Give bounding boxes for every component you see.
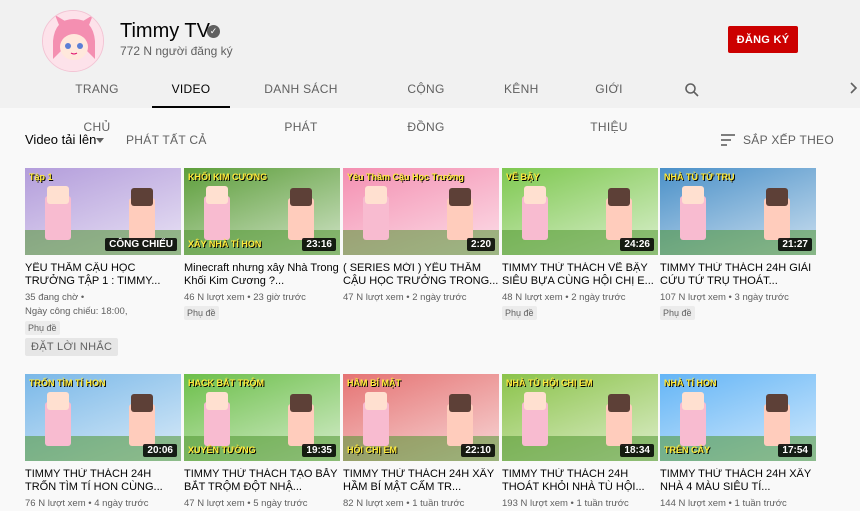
video-title[interactable]: ( SERIES MỚI ) YÊU THẦM CẬU HỌC TRƯỞNG T… <box>343 262 499 288</box>
subtitles-badge: Phụ đề <box>184 306 219 320</box>
subtitles-badge: Phụ đề <box>660 306 695 320</box>
thumbnail-title: VẼ BẬY <box>506 172 540 182</box>
tab-videos[interactable]: VIDEO <box>152 70 230 108</box>
video-meta: 107 N lượt xem • 3 ngày trước <box>660 292 789 303</box>
video-thumbnail[interactable]: NHÀ TÙ TỨ TRỤ 21:27 <box>660 168 816 255</box>
video-meta: 144 N lượt xem • 1 tuần trước <box>660 498 787 509</box>
premiere-date: Ngày công chiếu: 18:00, <box>25 306 128 317</box>
subtitles-badge: Phụ đề <box>502 306 537 320</box>
video-thumbnail[interactable]: HACK BẮT TRỘM XUYÊN TƯỜNG 19:35 <box>184 374 340 461</box>
video-duration: 18:34 <box>620 444 654 457</box>
verified-icon: ✓ <box>207 25 220 38</box>
video-thumbnail[interactable]: Tập 1 CÔNG CHIẾU <box>25 168 181 255</box>
video-duration: 24:26 <box>620 238 654 251</box>
chevron-down-icon[interactable] <box>96 138 104 143</box>
video-thumbnail[interactable]: NHÀ TÙ HỘI CHỊ EM 18:34 <box>502 374 658 461</box>
subscriber-count: 772 N người đăng ký <box>120 44 233 58</box>
video-duration: 21:27 <box>778 238 812 251</box>
video-meta: 82 N lượt xem • 1 tuần trước <box>343 498 465 509</box>
uploads-dropdown[interactable]: Video tải lên <box>25 132 96 147</box>
sort-icon[interactable] <box>721 134 735 146</box>
thumbnail-subtitle: XÂY NHÀ TÍ HON <box>188 239 262 249</box>
thumbnail-subtitle: XUYÊN TƯỜNG <box>188 445 256 455</box>
video-meta: 47 N lượt xem • 2 ngày trước <box>343 292 467 303</box>
set-reminder-button[interactable]: ĐẶT LỜI NHẮC <box>25 338 119 356</box>
thumbnail-title: NHÀ TÙ HỘI CHỊ EM <box>506 378 593 388</box>
video-meta: 47 N lượt xem • 5 ngày trước <box>184 498 308 509</box>
thumbnail-title: NHÀ TÙ TỨ TRỤ <box>664 172 735 182</box>
play-all-button[interactable]: PHÁT TẤT CẢ <box>126 133 207 147</box>
video-title[interactable]: TIMMY THỬ THÁCH 24H TRỐN TÌM TÍ HON CÙNG… <box>25 468 181 494</box>
video-thumbnail[interactable]: NHÀ TÍ HON TRÊN CÂY 17:54 <box>660 374 816 461</box>
video-title[interactable]: TIMMY THỬ THÁCH 24H GIẢI CỨU TỨ TRỤ THOÁ… <box>660 262 816 288</box>
thumbnail-title: Yêu Thầm Cậu Học Trưởng <box>347 172 464 182</box>
video-duration: CÔNG CHIẾU <box>105 238 177 251</box>
thumbnail-title: KHỐI KIM CƯƠNG <box>188 172 268 182</box>
filter-bar: Video tải lên PHÁT TẤT CẢ SẮP XẾP THEO <box>0 130 860 152</box>
video-duration: 20:06 <box>143 444 177 457</box>
search-icon[interactable] <box>684 82 700 98</box>
thumbnail-title: HẦM BÍ MẬT <box>347 378 401 388</box>
thumbnail-subtitle: HỘI CHỊ EM <box>347 445 398 455</box>
thumbnail-title: HACK BẮT TRỘM <box>188 378 264 388</box>
thumbnail-title: TRỐN TÌM TÍ HON <box>29 378 106 388</box>
chevron-right-icon[interactable] <box>846 80 860 96</box>
video-title[interactable]: YÊU THẦM CẬU HỌC TRƯỞNG TẬP 1 : TIMMY... <box>25 262 181 288</box>
video-meta: 35 đang chờ • <box>25 292 85 303</box>
tab-home[interactable]: TRANG CHỦ <box>66 70 128 134</box>
video-duration: 2:20 <box>466 238 495 251</box>
subtitles-badge: Phụ đề <box>25 321 60 335</box>
channel-tabs: TRANG CHỦ VIDEO DANH SÁCH PHÁT CỘNG ĐỒNG… <box>0 70 860 134</box>
tab-community[interactable]: CỘNG ĐỒNG <box>394 70 458 134</box>
thumbnail-title: NHÀ TÍ HON <box>664 378 717 388</box>
tab-about[interactable]: GIỚI THIỆU <box>580 70 638 134</box>
tab-channels[interactable]: KÊNH <box>504 70 538 108</box>
thumbnail-title: Tập 1 <box>29 172 53 182</box>
video-meta: 193 N lượt xem • 1 tuần trước <box>502 498 629 509</box>
channel-header: Timmy TV ✓ 772 N người đăng ký ĐĂNG KÝ T… <box>0 0 860 134</box>
subscribe-button[interactable]: ĐĂNG KÝ <box>728 26 798 53</box>
video-title[interactable]: TIMMY THỬ THÁCH 24H THOÁT KHỎI NHÀ TÙ HỘ… <box>502 468 658 494</box>
video-meta: 76 N lượt xem • 4 ngày trước <box>25 498 149 509</box>
channel-avatar[interactable] <box>42 10 104 72</box>
video-thumbnail[interactable]: KHỐI KIM CƯƠNG XÂY NHÀ TÍ HON 23:16 <box>184 168 340 255</box>
video-duration: 19:35 <box>302 444 336 457</box>
video-title[interactable]: Minecraft nhưng xây Nhà Trong Khối Kim C… <box>184 262 340 288</box>
video-title[interactable]: TIMMY THỬ THÁCH VẼ BẬY SIÊU BỰA CÙNG HỘI… <box>502 262 658 288</box>
tab-playlists[interactable]: DANH SÁCH PHÁT <box>254 70 348 134</box>
video-title[interactable]: TIMMY THỬ THÁCH 24H XÂY NHÀ 4 MÀU SIÊU T… <box>660 468 816 494</box>
sort-button[interactable]: SẮP XẾP THEO <box>743 133 834 147</box>
video-thumbnail[interactable]: TRỐN TÌM TÍ HON 20:06 <box>25 374 181 461</box>
video-thumbnail[interactable]: Yêu Thầm Cậu Học Trưởng 2:20 <box>343 168 499 255</box>
video-duration: 22:10 <box>461 444 495 457</box>
video-meta: 46 N lượt xem • 23 giờ trước <box>184 292 306 303</box>
video-thumbnail[interactable]: HẦM BÍ MẬT HỘI CHỊ EM 22:10 <box>343 374 499 461</box>
video-title[interactable]: TIMMY THỬ THÁCH TẠO BẪY BẮT TRỘM ĐỘT NHẬ… <box>184 468 340 494</box>
thumbnail-subtitle: TRÊN CÂY <box>664 445 711 455</box>
video-thumbnail[interactable]: VẼ BẬY 24:26 <box>502 168 658 255</box>
channel-name: Timmy TV <box>120 20 210 42</box>
video-title[interactable]: TIMMY THỬ THÁCH 24H XÂY HẦM BÍ MẬT CẤM T… <box>343 468 499 494</box>
video-duration: 17:54 <box>778 444 812 457</box>
video-meta: 48 N lượt xem • 2 ngày trước <box>502 292 626 303</box>
video-duration: 23:16 <box>302 238 336 251</box>
